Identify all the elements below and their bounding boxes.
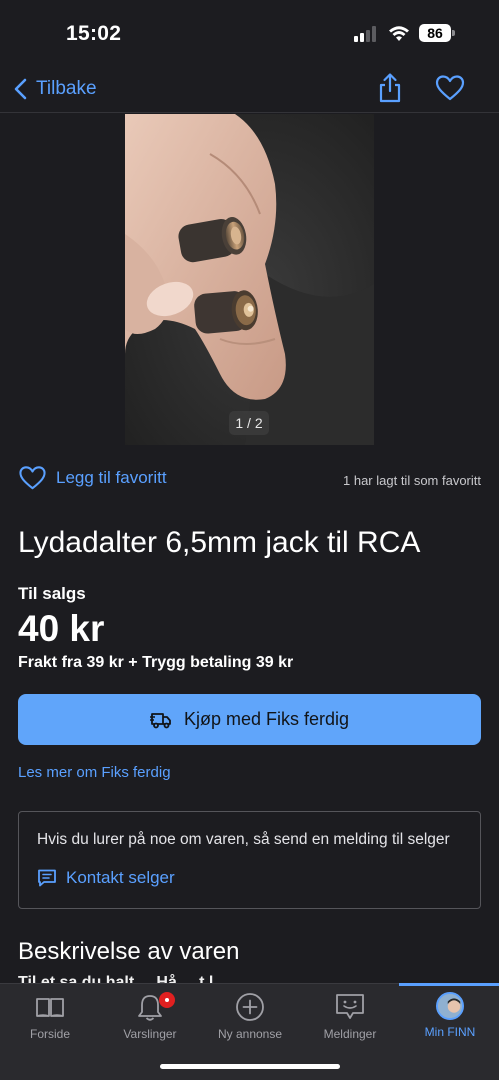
- buy-button-label: Kjøp med Fiks ferdig: [183, 709, 350, 729]
- buy-button[interactable]: Kjøp med Fiks ferdig: [18, 694, 481, 745]
- wifi-icon: [389, 26, 409, 41]
- signal-icon: [354, 26, 376, 42]
- contact-seller-label: Kontakt selger: [66, 868, 175, 887]
- listing-price: 40 kr: [18, 608, 105, 649]
- book-icon: [36, 998, 64, 1017]
- product-image: [125, 114, 374, 445]
- avatar: [436, 992, 464, 1020]
- tab-label: Meldinger: [323, 1027, 377, 1041]
- listing-title: Lydadalter 6,5mm jack til RCA: [18, 526, 421, 559]
- back-label: Tilbake: [36, 78, 97, 99]
- chevron-left-icon: [14, 78, 27, 100]
- share-icon[interactable]: [376, 72, 404, 104]
- description-heading: Beskrivelse av varen: [18, 938, 240, 965]
- heart-icon[interactable]: [435, 74, 465, 102]
- tab-label: Forside: [29, 1027, 70, 1041]
- active-tab-indicator: [399, 983, 499, 986]
- tab-label: Ny annonse: [217, 1027, 283, 1041]
- tab-varslinger[interactable]: Varslinger: [100, 992, 200, 1052]
- add-favorite-button[interactable]: Legg til favoritt: [18, 465, 167, 491]
- add-favorite-label: Legg til favoritt: [56, 468, 167, 487]
- status-time: 15:02: [66, 22, 122, 45]
- tab-label: Min FINN: [424, 1025, 476, 1039]
- tab-ny-annonse[interactable]: Ny annonse: [200, 992, 300, 1052]
- favorite-row: Legg til favoritt 1 har lagt til som fav…: [18, 465, 481, 495]
- product-photo[interactable]: 1 / 2: [125, 114, 374, 445]
- tab-meldinger[interactable]: Meldinger: [300, 992, 400, 1052]
- tab-min-finn[interactable]: Min FINN: [400, 992, 499, 1052]
- nav-bar: Tilbake: [0, 64, 499, 113]
- truck-icon: [149, 712, 171, 728]
- contact-seller-button[interactable]: Kontakt selger: [37, 868, 175, 888]
- contact-prompt: Hvis du lurer på noe om varen, så send e…: [37, 831, 450, 848]
- plus-circle-icon: [236, 993, 264, 1021]
- chat-icon: [38, 869, 56, 887]
- tab-label: Varslinger: [123, 1027, 177, 1041]
- home-indicator: [160, 1064, 340, 1069]
- message-icon: [336, 994, 364, 1019]
- favorite-count: 1 har lagt til som favoritt: [343, 473, 481, 488]
- status-bar: 15:02 86: [0, 0, 499, 64]
- tab-forside[interactable]: Forside: [0, 992, 100, 1052]
- read-more-link[interactable]: Les mer om Fiks ferdig: [18, 764, 171, 781]
- contact-seller-box: Hvis du lurer på noe om varen, så send e…: [18, 811, 481, 909]
- back-button[interactable]: Tilbake: [12, 76, 97, 102]
- battery-level: 86: [419, 24, 451, 42]
- shipping-info: Frakt fra 39 kr + Trygg betaling 39 kr: [18, 654, 294, 671]
- photo-counter: 1 / 2: [229, 411, 269, 435]
- notification-badge: [159, 992, 175, 1008]
- battery-icon: 86: [419, 24, 455, 42]
- heart-outline-icon: [19, 466, 46, 490]
- listing-status: Til salgs: [18, 584, 86, 603]
